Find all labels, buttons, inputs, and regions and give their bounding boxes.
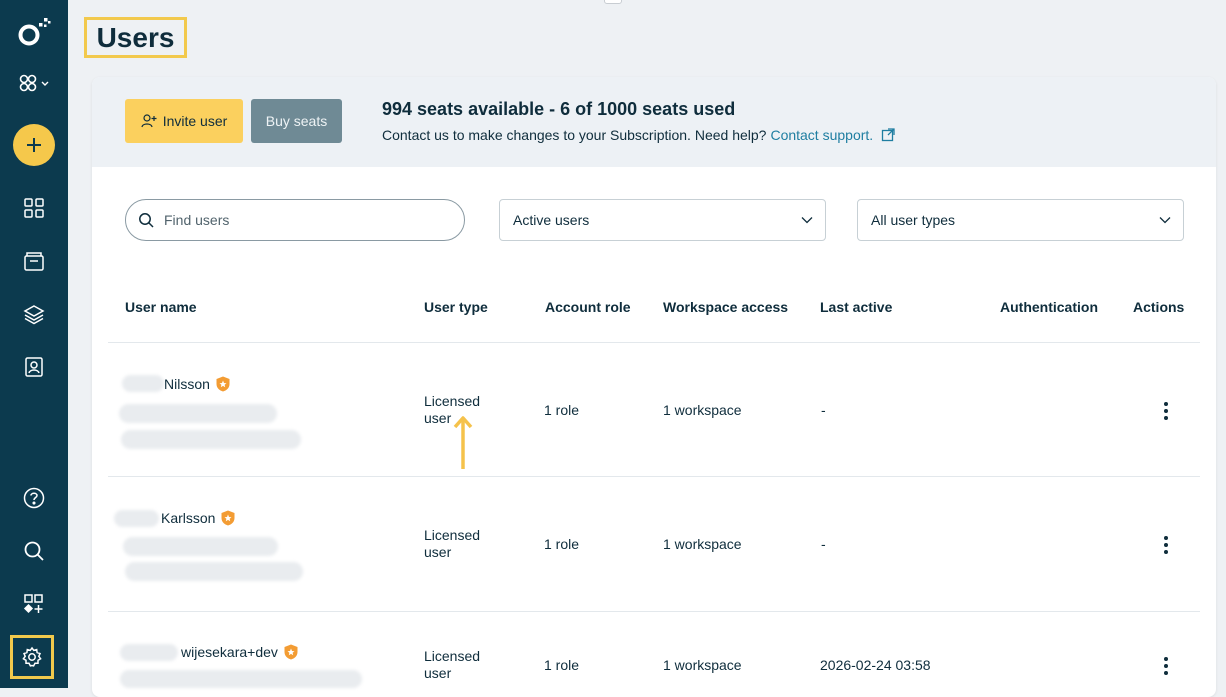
help-icon[interactable] bbox=[0, 486, 68, 510]
seats-info-text: Contact us to make changes to your Subsc… bbox=[382, 127, 767, 143]
chevron-down-icon bbox=[1159, 217, 1171, 224]
column-header-authentication[interactable]: Authentication bbox=[1000, 299, 1098, 315]
row-actions-kebab-icon[interactable] bbox=[1164, 657, 1168, 675]
redacted-text bbox=[114, 510, 159, 527]
last-active-cell: - bbox=[821, 402, 826, 418]
annotation-arrow bbox=[453, 416, 473, 469]
add-user-icon bbox=[141, 114, 157, 128]
user-name-cell: wijesekara+dev bbox=[181, 644, 298, 660]
column-header-workspace-access[interactable]: Workspace access bbox=[663, 299, 788, 315]
shield-badge-icon bbox=[221, 510, 235, 526]
gear-icon bbox=[22, 646, 42, 667]
search-icon bbox=[139, 213, 154, 228]
redacted-text bbox=[125, 562, 303, 581]
shield-badge-icon bbox=[216, 376, 230, 392]
status-filter-value: Active users bbox=[513, 212, 590, 228]
user-type-filter-value: All user types bbox=[871, 212, 956, 228]
logo-icon[interactable] bbox=[0, 14, 68, 50]
account-role-cell: 1 role bbox=[544, 402, 580, 418]
redacted-text bbox=[122, 375, 164, 392]
workspace-access-cell: 1 workspace bbox=[663, 536, 742, 552]
status-filter-select[interactable]: Active users bbox=[499, 199, 826, 241]
page-title: Users bbox=[96, 21, 175, 53]
layers-icon[interactable] bbox=[0, 302, 68, 326]
dashboard-icon[interactable] bbox=[0, 196, 68, 220]
window-handle bbox=[604, 0, 622, 4]
apps-icon[interactable] bbox=[0, 592, 68, 616]
seats-summary: 994 seats available - 6 of 1000 seats us… bbox=[382, 99, 736, 119]
row-divider bbox=[108, 611, 1200, 612]
external-link-icon[interactable] bbox=[881, 128, 895, 142]
search-icon[interactable] bbox=[0, 539, 68, 563]
redacted-text bbox=[119, 404, 277, 423]
account-role-cell: 1 role bbox=[544, 657, 580, 673]
column-header-user-type[interactable]: User type bbox=[424, 299, 488, 315]
redacted-text bbox=[121, 430, 301, 449]
contacts-icon[interactable] bbox=[0, 355, 68, 379]
user-name-cell: Nilsson bbox=[164, 376, 230, 392]
redacted-text bbox=[120, 670, 362, 688]
seats-info: Contact us to make changes to your Subsc… bbox=[382, 127, 895, 143]
chevron-down-icon bbox=[801, 217, 813, 224]
contact-support-link[interactable]: Contact support. bbox=[770, 127, 873, 143]
user-name-cell: Karlsson bbox=[161, 510, 235, 526]
workspace-switcher[interactable] bbox=[0, 70, 68, 98]
column-header-user-name[interactable]: User name bbox=[125, 299, 197, 315]
settings-button[interactable] bbox=[10, 635, 54, 679]
column-header-account-role[interactable]: Account role bbox=[545, 299, 631, 315]
row-divider bbox=[108, 476, 1200, 477]
user-type-cell: Licensed user bbox=[424, 527, 481, 560]
plus-icon bbox=[13, 124, 55, 166]
row-divider bbox=[108, 342, 1200, 343]
user-name: Nilsson bbox=[164, 376, 210, 392]
user-type-filter-select[interactable]: All user types bbox=[857, 199, 1184, 241]
user-name: Karlsson bbox=[161, 510, 216, 526]
users-card: Invite user Buy seats 994 seats availabl… bbox=[92, 77, 1216, 697]
row-actions-kebab-icon[interactable] bbox=[1164, 402, 1168, 420]
search-field[interactable] bbox=[125, 199, 465, 241]
search-input[interactable] bbox=[162, 211, 446, 229]
last-active-cell: - bbox=[821, 536, 826, 552]
user-type-cell: Licensed user bbox=[424, 648, 481, 681]
shield-badge-icon bbox=[284, 644, 298, 660]
column-header-last-active[interactable]: Last active bbox=[820, 299, 892, 315]
invite-user-button[interactable]: Invite user bbox=[125, 99, 243, 143]
create-button[interactable] bbox=[0, 124, 68, 166]
redacted-text bbox=[120, 644, 178, 661]
redacted-text bbox=[123, 537, 278, 556]
user-name: wijesekara+dev bbox=[181, 644, 278, 660]
inbox-icon[interactable] bbox=[0, 249, 68, 273]
buy-seats-label: Buy seats bbox=[265, 113, 328, 129]
subscription-header: Invite user Buy seats 994 seats availabl… bbox=[92, 77, 1216, 167]
workspace-access-cell: 1 workspace bbox=[663, 402, 742, 418]
buy-seats-button[interactable]: Buy seats bbox=[251, 99, 342, 143]
page-title-highlight: Users bbox=[84, 17, 187, 58]
invite-user-label: Invite user bbox=[162, 113, 228, 129]
sidebar bbox=[0, 0, 68, 688]
account-role-cell: 1 role bbox=[544, 536, 580, 552]
row-actions-kebab-icon[interactable] bbox=[1164, 536, 1168, 554]
last-active-cell: 2026-02-24 03:58 bbox=[820, 657, 931, 673]
workspace-access-cell: 1 workspace bbox=[663, 657, 742, 673]
column-header-actions: Actions bbox=[1133, 299, 1185, 315]
